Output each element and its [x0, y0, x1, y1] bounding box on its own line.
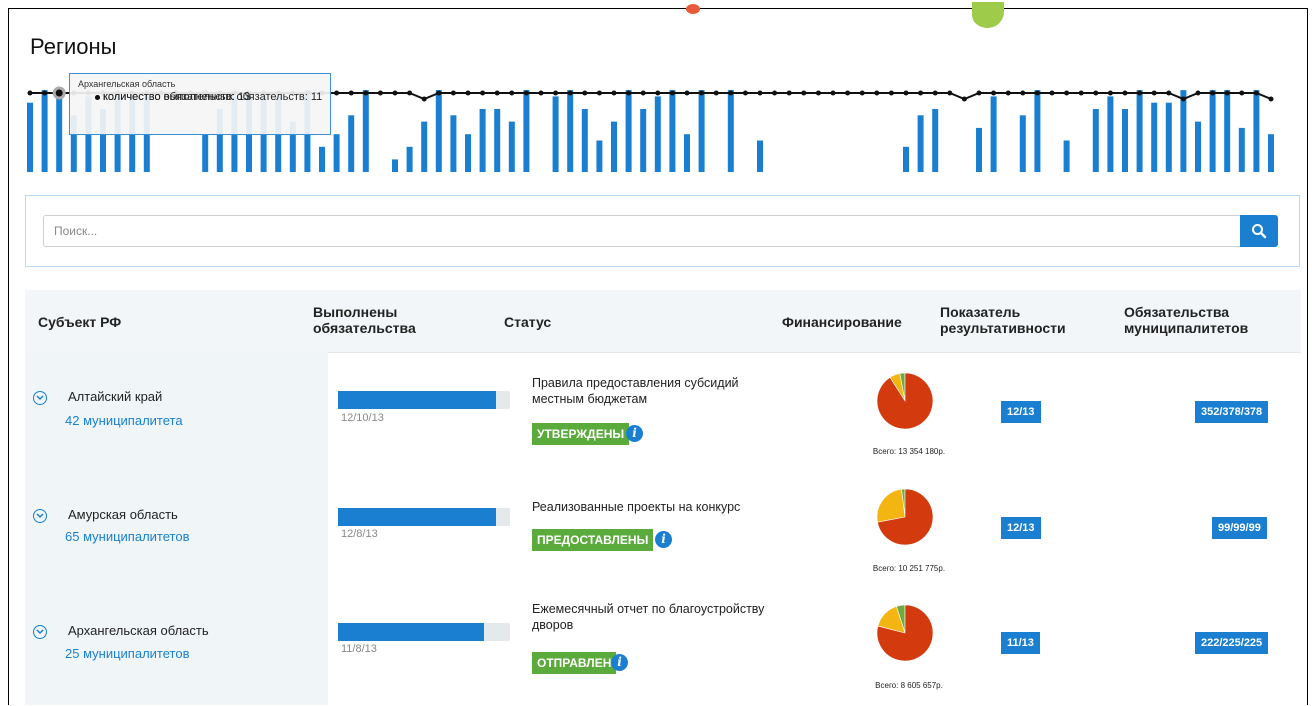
tooltip-total: количество обязательств: 13 [103, 91, 251, 103]
expand-icon[interactable] [33, 391, 47, 405]
financing-total: Всего: 10 251 775р. [872, 564, 946, 573]
progress-bar [338, 508, 510, 526]
status-text: Реализованные проекты на конкурс [532, 500, 741, 514]
financing-total: Всего: 8 605 657р. [875, 681, 943, 690]
search-icon [1252, 224, 1267, 239]
progress-bar-fill [338, 508, 497, 526]
info-icon[interactable]: i [626, 425, 643, 442]
progress-bar-fill [338, 391, 497, 409]
indicator-badge: 12/13 [1001, 401, 1041, 423]
total-dot-icon [95, 94, 100, 100]
table-header: Субъект РФ Выполнены обязательства Стату… [25, 290, 1301, 353]
progress-label: 11/8/13 [341, 643, 377, 655]
progress-bar [338, 391, 510, 409]
municipalities-link[interactable]: 65 муниципалитетов [65, 529, 189, 544]
status-text: Правила предоставления субсидий местным … [532, 376, 739, 406]
financing-total: Всего: 13 354 180р. [872, 447, 946, 456]
header-indicator[interactable]: Показатель результативности [940, 304, 1100, 336]
info-icon[interactable]: i [655, 531, 672, 548]
sparkline-point[interactable] [42, 90, 48, 96]
municipal-badge: 352/378/378 [1195, 401, 1269, 423]
sparkline-point[interactable] [27, 90, 33, 96]
status-badge: УТВЕРЖДЕНЫ [532, 423, 630, 445]
search-button[interactable] [1240, 215, 1278, 247]
municipalities-link[interactable]: 25 муниципалитетов [65, 646, 189, 661]
status-badge: ПРЕДОСТАВЛЕНЫ [532, 529, 654, 551]
progress-label: 12/8/13 [341, 528, 378, 540]
table-row: Архангельская область 25 муниципалитетов… [25, 588, 1301, 706]
header-subject[interactable]: Субъект РФ [38, 314, 121, 330]
progress-label: 12/10/13 [341, 412, 384, 424]
pie-slice-red [876, 372, 934, 430]
municipal-badge: 99/99/99 [1212, 517, 1267, 539]
pie-slice-yellow [876, 488, 906, 523]
financing-pie-chart[interactable] [876, 488, 934, 546]
progress-bar-fill [338, 623, 485, 641]
sparkline-bar[interactable] [27, 102, 33, 172]
sparkline-bar[interactable] [56, 96, 63, 172]
region-name: Архангельская область [68, 623, 209, 638]
sparkline-point[interactable] [52, 86, 66, 100]
search-panel [25, 195, 1300, 267]
region-name: Амурская область [68, 507, 178, 522]
table-row: Алтайский край 42 муниципалитета 12/10/1… [25, 352, 1301, 470]
header-status[interactable]: Статус [504, 314, 551, 330]
table-row: Амурская область 65 муниципалитетов 12/8… [25, 470, 1301, 588]
region-name: Алтайский край [68, 389, 163, 404]
financing-pie-chart[interactable] [876, 372, 934, 430]
status-badge: ОТПРАВЛЕН [532, 652, 617, 674]
financing-pie-chart[interactable] [876, 604, 934, 662]
sparkline-bar[interactable] [41, 90, 48, 172]
header-completed[interactable]: Выполнены обязательства [313, 304, 443, 336]
search-input[interactable] [43, 215, 1241, 247]
status-text: Ежемесячный отчет по благоустройству дво… [532, 602, 765, 632]
municipalities-link[interactable]: 42 муниципалитета [65, 413, 183, 428]
header-municipal[interactable]: Обязательства муниципалитетов [1124, 304, 1294, 336]
indicator-badge: 12/13 [1001, 517, 1041, 539]
expand-icon[interactable] [33, 509, 47, 523]
header-financing[interactable]: Финансирование [782, 314, 902, 330]
info-icon[interactable]: i [611, 654, 628, 671]
municipal-badge: 222/225/225 [1195, 632, 1269, 654]
chart-tooltip: Архангельская область количество выполне… [69, 73, 331, 135]
progress-bar [338, 623, 510, 641]
expand-icon[interactable] [33, 625, 47, 639]
tooltip-region: Архангельская область [78, 79, 176, 89]
indicator-badge: 11/13 [1001, 632, 1040, 654]
